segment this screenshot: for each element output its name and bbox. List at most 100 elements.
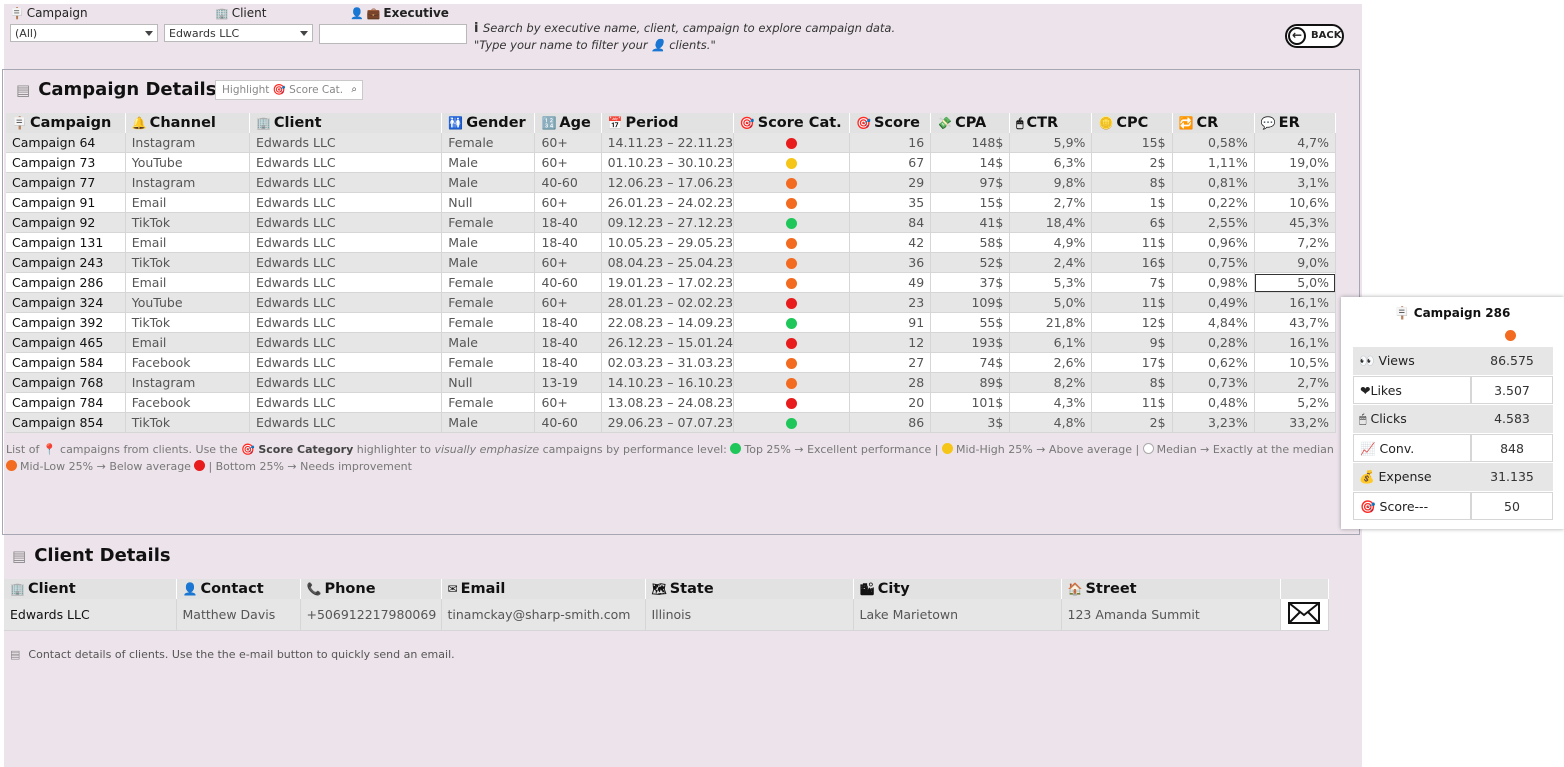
score-cell: 28 bbox=[849, 372, 932, 393]
col-state[interactable]: 🗺 State bbox=[645, 579, 854, 599]
cat-cell bbox=[733, 312, 851, 333]
table-row[interactable]: Campaign 243 TikTok Edwards LLC Male 60+ 08.0… bbox=[6, 252, 1337, 273]
col-client[interactable]: 🏢 Client bbox=[249, 113, 443, 133]
arrow-left-icon: ← bbox=[1288, 27, 1306, 45]
back-button[interactable]: ← BACK bbox=[1285, 24, 1344, 48]
table-row[interactable]: Campaign 91 Email Edwards LLC Null 60+ 26.01.… bbox=[6, 192, 1337, 213]
client-cell: Edwards LLC bbox=[249, 292, 443, 313]
table-row[interactable]: Campaign 92 TikTok Edwards LLC Female 18-40 0… bbox=[6, 212, 1337, 233]
col-channel[interactable]: 🔔 Channel bbox=[125, 113, 250, 133]
client-dropdown[interactable]: Edwards LLC bbox=[164, 24, 313, 42]
cpa-cell: 193$ bbox=[930, 332, 1011, 353]
envelope-icon: ✉ bbox=[447, 582, 458, 596]
cat-cell bbox=[733, 372, 851, 393]
cr-cell: 0,98% bbox=[1172, 272, 1255, 293]
client-row[interactable]: Edwards LLC Matthew Davis +5069122179800… bbox=[4, 599, 1329, 631]
score-cell: 12 bbox=[849, 332, 932, 353]
col-street[interactable]: 🏠 Street bbox=[1061, 579, 1281, 599]
period-cell: 13.08.23 – 24.08.23 bbox=[601, 392, 734, 413]
ctr-cell: 5,3% bbox=[1009, 272, 1093, 293]
table-row[interactable]: Campaign 584 Facebook Edwards LLC Female 18-… bbox=[6, 352, 1337, 373]
channel-cell: Email bbox=[125, 192, 250, 213]
calendar-icon: 📅 bbox=[607, 116, 623, 130]
cpc-cell: 12$ bbox=[1091, 312, 1173, 333]
col-cpc[interactable]: 🪙 CPC bbox=[1091, 113, 1173, 133]
tooltip-row-clicks: 🖱 Clicks 4.583 bbox=[1353, 405, 1553, 433]
ctr-cell: 18,4% bbox=[1009, 212, 1093, 233]
cat-cell bbox=[733, 272, 851, 293]
col-er[interactable]: 💬 ER bbox=[1254, 113, 1337, 133]
cat-cell bbox=[733, 352, 851, 373]
cpc-cell: 2$ bbox=[1091, 152, 1173, 173]
building-icon: 🏢 bbox=[10, 582, 25, 596]
client-cell: Edwards LLC bbox=[249, 172, 443, 193]
age-cell: 18-40 bbox=[534, 232, 602, 253]
col-age[interactable]: 🔢 Age bbox=[534, 113, 602, 133]
col-campaign[interactable]: 🪧 Campaign bbox=[6, 113, 126, 133]
col-cpa[interactable]: 💸 CPA bbox=[930, 113, 1011, 133]
col-period[interactable]: 📅 Period bbox=[601, 113, 734, 133]
client-cell: Edwards LLC bbox=[249, 212, 443, 233]
col-city[interactable]: 🏙 City bbox=[853, 579, 1062, 599]
channel-cell: Instagram bbox=[125, 133, 250, 153]
executive-search-input[interactable] bbox=[319, 24, 467, 44]
table-row[interactable]: Campaign 64 Instagram Edwards LLC Female 60+… bbox=[6, 133, 1337, 153]
table-row[interactable]: Campaign 784 Facebook Edwards LLC Female 60+… bbox=[6, 392, 1337, 413]
client-table-header: 🏢 Client 👤 Contact 📞 Phone ✉ Email 🗺 State 🏙 C… bbox=[4, 579, 1329, 599]
period-cell: 19.01.23 – 17.02.23 bbox=[601, 272, 734, 293]
table-row[interactable]: Campaign 324 YouTube Edwards LLC Female 60+ 2… bbox=[6, 292, 1337, 313]
col-gender[interactable]: 🚻 Gender bbox=[441, 113, 536, 133]
table-row[interactable]: Campaign 286 Email Edwards LLC Female 40-60 1… bbox=[6, 272, 1337, 293]
age-cell: 18-40 bbox=[534, 352, 602, 373]
client-cell: Edwards LLC bbox=[249, 272, 443, 293]
phone-cell: +506912217980069 bbox=[300, 599, 442, 631]
col-score[interactable]: 🎯 Score bbox=[849, 113, 932, 133]
period-cell: 26.12.23 – 15.01.24 bbox=[601, 332, 734, 353]
table-row[interactable]: Campaign 73 YouTube Edwards LLC Male 60+ 01.1… bbox=[6, 152, 1337, 173]
col-contact[interactable]: 👤 Contact bbox=[176, 579, 301, 599]
table-row[interactable]: Campaign 77 Instagram Edwards LLC Male 40-60… bbox=[6, 172, 1337, 193]
age-cell: 18-40 bbox=[534, 332, 602, 353]
period-cell: 28.01.23 – 02.02.23 bbox=[601, 292, 734, 313]
age-cell: 60+ bbox=[534, 133, 602, 153]
document-icon: ▤ bbox=[10, 648, 21, 661]
ctr-cell: 8,2% bbox=[1009, 372, 1093, 393]
campaign-cell: Campaign 91 bbox=[6, 192, 126, 213]
chevron-down-icon bbox=[145, 31, 153, 36]
er-cell: 16,1% bbox=[1254, 332, 1337, 353]
campaign-filter-label: 🪧 Campaign bbox=[10, 6, 88, 20]
col-ctr[interactable]: 🖱 CTR bbox=[1009, 113, 1093, 133]
bottom-dot-icon bbox=[194, 460, 206, 471]
col-client[interactable]: 🏢 Client bbox=[4, 579, 177, 599]
send-email-button[interactable] bbox=[1280, 599, 1329, 631]
campaign-dropdown[interactable]: (All) bbox=[10, 24, 158, 42]
col-score-cat[interactable]: 🎯 Score Cat. bbox=[733, 113, 851, 133]
cpa-cell: 109$ bbox=[930, 292, 1011, 313]
table-row[interactable]: Campaign 854 TikTok Edwards LLC Male 40-60 29… bbox=[6, 412, 1337, 433]
table-row[interactable]: Campaign 131 Email Edwards LLC Male 18-40 10.… bbox=[6, 232, 1337, 253]
mouse-icon: 🖱 bbox=[1016, 116, 1024, 130]
score-category-highlighter[interactable]: Highlight 🎯 Score Cat. ⌕ bbox=[215, 80, 363, 100]
cat-cell bbox=[733, 232, 851, 253]
client-cell: Edwards LLC bbox=[249, 133, 443, 153]
channel-cell: TikTok bbox=[125, 412, 250, 433]
cat-cell bbox=[733, 212, 851, 233]
er-cell: 4,7% bbox=[1254, 133, 1337, 153]
table-row[interactable]: Campaign 465 Email Edwards LLC Male 18-40 26.… bbox=[6, 332, 1337, 353]
channel-cell: TikTok bbox=[125, 252, 250, 273]
cat-cell bbox=[733, 392, 851, 413]
age-cell: 40-60 bbox=[534, 272, 602, 293]
table-row[interactable]: Campaign 392 TikTok Edwards LLC Female 18-40… bbox=[6, 312, 1337, 333]
col-phone[interactable]: 📞 Phone bbox=[300, 579, 442, 599]
col-email[interactable]: ✉ Email bbox=[441, 579, 646, 599]
state-cell: Illinois bbox=[645, 599, 854, 631]
er-cell: 3,1% bbox=[1254, 172, 1337, 193]
client-cell: Edwards LLC bbox=[249, 372, 443, 393]
cpc-cell: 1$ bbox=[1091, 192, 1173, 213]
client-cell: Edwards LLC bbox=[249, 192, 443, 213]
cr-cell: 0,48% bbox=[1172, 392, 1255, 413]
col-cr[interactable]: 🔁 CR bbox=[1172, 113, 1255, 133]
table-row[interactable]: Campaign 768 Instagram Edwards LLC Null 13-1… bbox=[6, 372, 1337, 393]
email-cell: tinamckay@sharp-smith.com bbox=[441, 599, 646, 631]
building-icon: 🏢 bbox=[215, 7, 229, 20]
